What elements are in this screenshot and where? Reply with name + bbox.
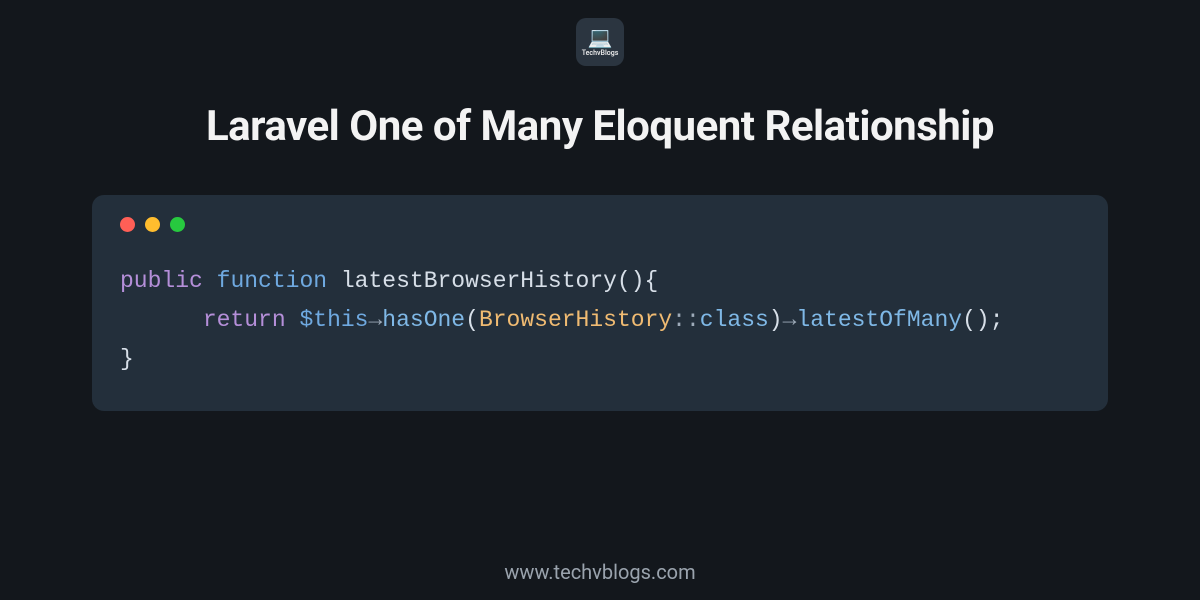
open-paren: (: [962, 307, 976, 333]
code-block: public function latestBrowserHistory(){ …: [120, 262, 1080, 379]
semicolon: ;: [990, 307, 1004, 333]
open-paren: (: [465, 307, 479, 333]
traffic-lights: [120, 217, 1080, 232]
arrow-op: →: [783, 307, 797, 333]
keyword-function: function: [217, 268, 327, 294]
method-latestofmany: latestOfMany: [796, 307, 962, 333]
laptop-icon: 💻: [588, 27, 613, 47]
close-paren: ): [976, 307, 990, 333]
code-window: public function latestBrowserHistory(){ …: [92, 195, 1108, 411]
close-icon: [120, 217, 135, 232]
logo-badge: 💻 TechvBlogs: [576, 18, 624, 66]
maximize-icon: [170, 217, 185, 232]
logo-container: 💻 TechvBlogs: [0, 0, 1200, 66]
close-paren: ): [769, 307, 783, 333]
class-name: BrowserHistory: [479, 307, 672, 333]
close-brace: }: [120, 346, 134, 372]
footer-url: www.techvblogs.com: [0, 560, 1200, 584]
open-brace: {: [645, 268, 659, 294]
method-hasone: hasOne: [382, 307, 465, 333]
logo-text: TechvBlogs: [582, 49, 619, 57]
close-paren: ): [631, 268, 645, 294]
keyword-return: return: [203, 307, 286, 333]
this-var: $this: [299, 307, 368, 333]
minimize-icon: [145, 217, 160, 232]
function-name: latestBrowserHistory: [341, 268, 617, 294]
arrow-op: →: [368, 307, 382, 333]
keyword-public: public: [120, 268, 203, 294]
page-title: Laravel One of Many Eloquent Relationshi…: [0, 102, 1200, 151]
class-keyword: class: [700, 307, 769, 333]
indent: [120, 307, 203, 333]
open-paren: (: [617, 268, 631, 294]
scope-op: ::: [672, 307, 700, 333]
